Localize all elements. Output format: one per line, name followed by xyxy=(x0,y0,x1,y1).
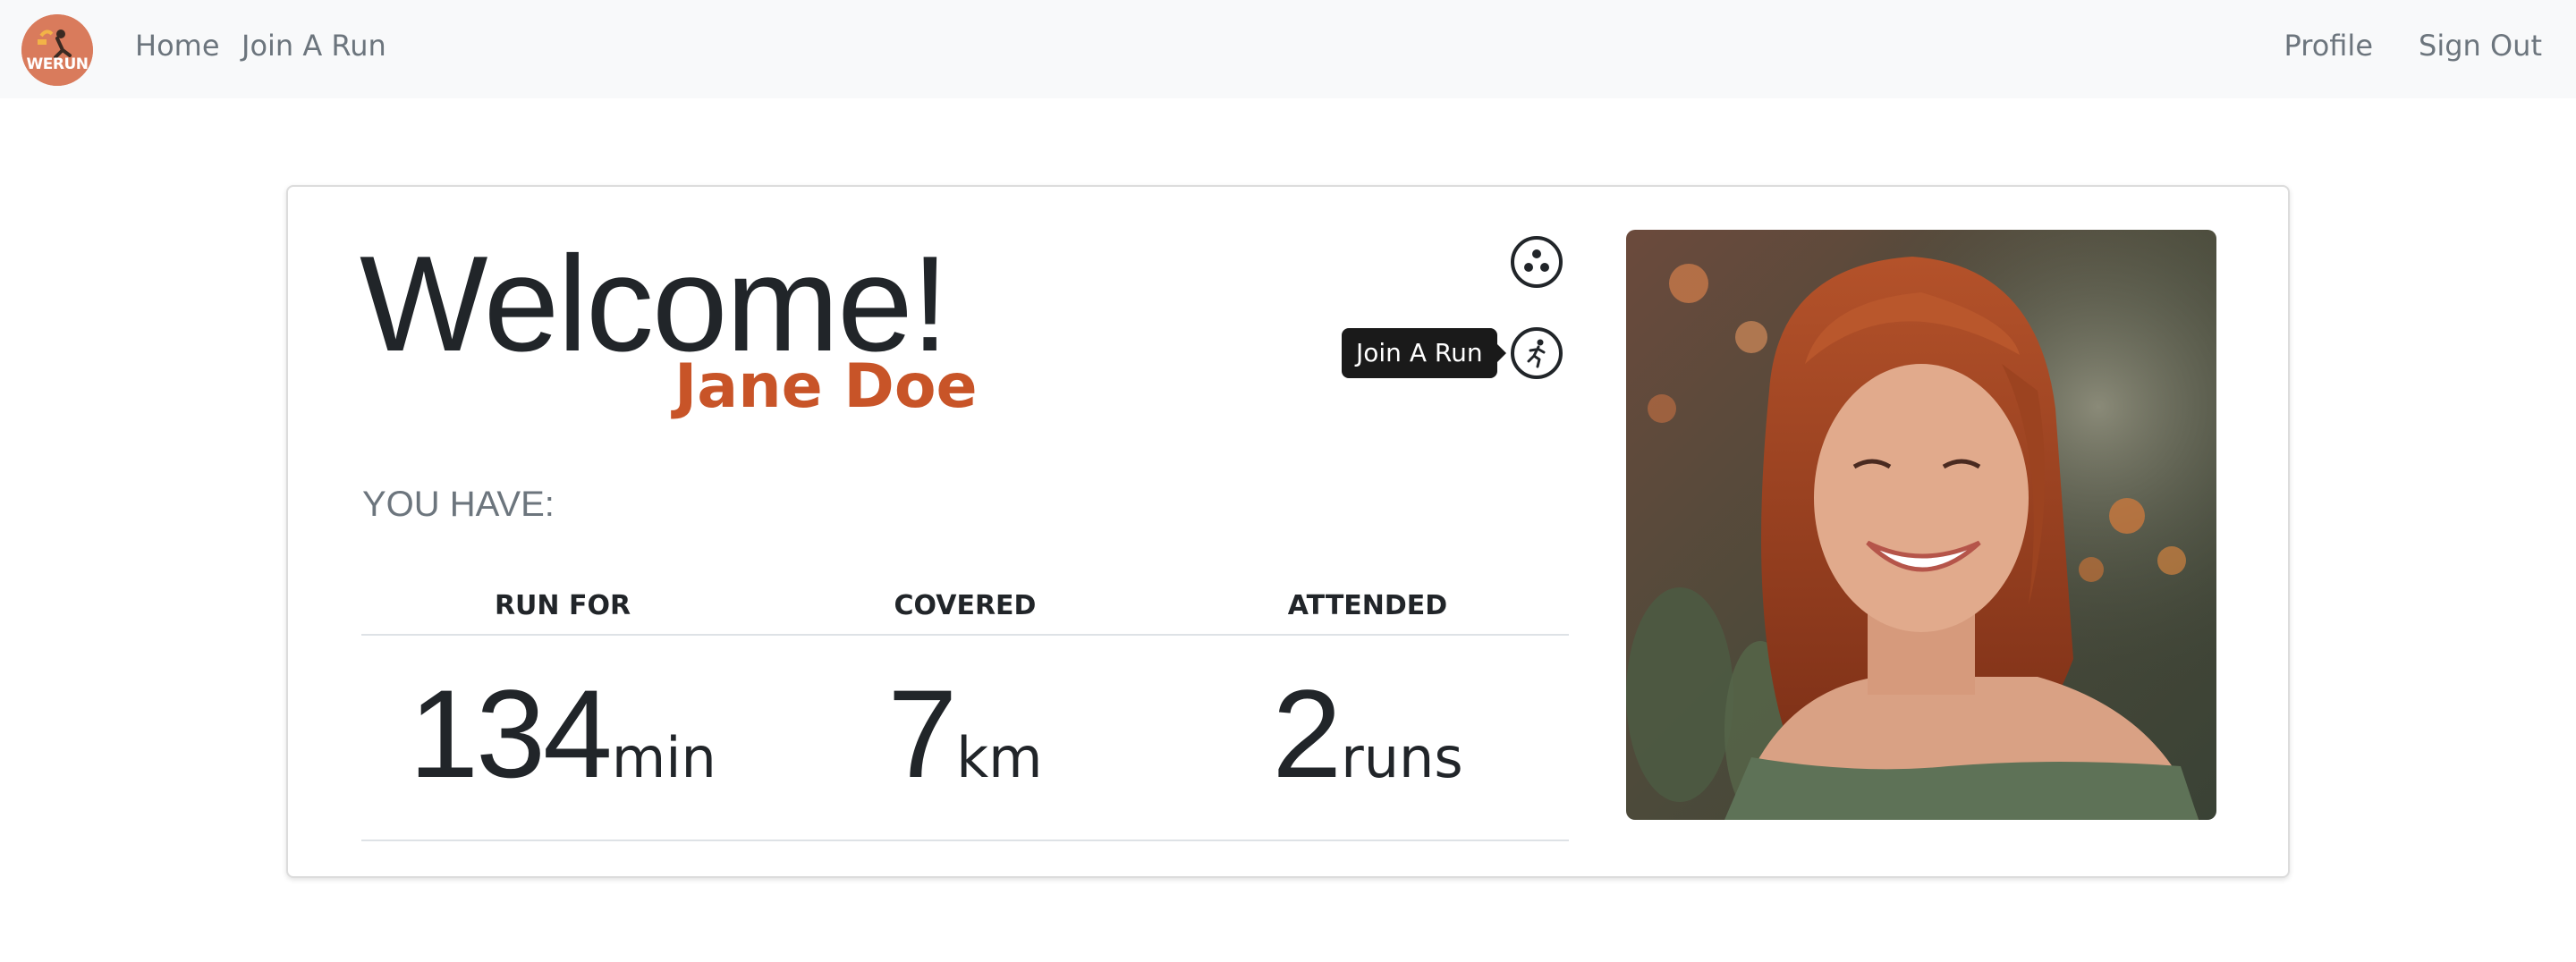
stat-run-for: 134min xyxy=(361,636,764,840)
nav-sign-out-link[interactable]: Sign Out xyxy=(2419,29,2542,63)
runner-logo-icon xyxy=(21,14,93,86)
join-run-tooltip: Join A Run xyxy=(1342,328,1506,378)
you-have-label: YOU HAVE: xyxy=(362,485,555,524)
stat-covered-value: 7 xyxy=(887,663,957,804)
nav-profile-link[interactable]: Profile xyxy=(2284,29,2374,63)
werun-logo[interactable]: WERUN xyxy=(21,14,93,86)
dots-circle-icon[interactable] xyxy=(1511,236,1563,288)
stat-attended-value: 2 xyxy=(1272,663,1342,804)
stat-attended-unit: runs xyxy=(1341,725,1463,790)
stat-header-run-for: RUN FOR xyxy=(494,590,631,621)
nav-join-run-link[interactable]: Join A Run xyxy=(242,29,386,63)
stat-covered-unit: km xyxy=(956,725,1043,790)
runner-icon xyxy=(1527,339,1546,368)
stat-header-attended: ATTENDED xyxy=(1287,590,1448,621)
tooltip-arrow xyxy=(1496,344,1506,362)
dashboard-card: Welcome! Jane Doe YOU HAVE: RUN FOR COVE… xyxy=(286,185,2290,878)
stat-run-for-value: 134 xyxy=(409,663,613,804)
stat-header-covered: COVERED xyxy=(894,590,1037,621)
logo-text: WERUN xyxy=(26,55,89,73)
nav-home-link[interactable]: Home xyxy=(135,29,220,63)
profile-photo-image xyxy=(1626,230,2216,820)
stats-value-row: 134min 7km 2runs xyxy=(361,636,1569,841)
join-run-button[interactable] xyxy=(1511,327,1563,379)
tooltip-text: Join A Run xyxy=(1356,338,1483,367)
profile-photo xyxy=(1626,230,2216,820)
user-name: Jane Doe xyxy=(674,351,978,422)
stats-header-row: RUN FOR COVERED ATTENDED xyxy=(361,580,1569,636)
stat-covered: 7km xyxy=(764,636,1166,840)
navbar: WERUN Home Join A Run Profile Sign Out xyxy=(0,0,2576,98)
stat-run-for-unit: min xyxy=(611,725,716,790)
stat-attended: 2runs xyxy=(1166,636,1569,840)
three-dots-icon xyxy=(1524,249,1549,272)
stats-table: RUN FOR COVERED ATTENDED 134min 7km 2run… xyxy=(361,580,1569,841)
